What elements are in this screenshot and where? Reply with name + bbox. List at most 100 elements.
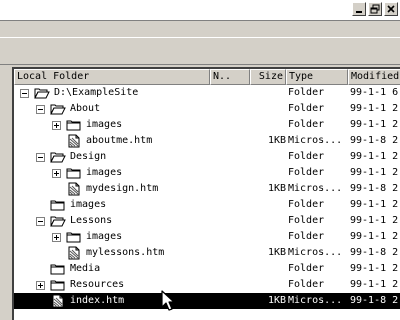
item-size bbox=[246, 85, 286, 101]
item-modified: 99-1-1 2 bbox=[350, 215, 399, 226]
item-size: 1KB bbox=[267, 247, 286, 258]
tree-row[interactable]: mylessons.htm 1KB Micros... 99-1-8 2 bbox=[14, 245, 400, 261]
item-type: Folder bbox=[288, 119, 325, 130]
minimize-icon bbox=[356, 11, 362, 13]
item-type: Folder bbox=[288, 263, 325, 274]
item-name: Design bbox=[70, 151, 107, 162]
html-file-icon bbox=[66, 246, 82, 260]
tree-row[interactable]: mydesign.htm 1KB Micros... 99-1-8 2 bbox=[14, 181, 400, 197]
expand-button[interactable] bbox=[52, 121, 61, 130]
close-button[interactable] bbox=[384, 2, 398, 16]
item-modified: 99-1-8 2 bbox=[350, 247, 399, 258]
folder-icon bbox=[66, 118, 82, 132]
header-type[interactable]: Type bbox=[286, 69, 348, 85]
tree-row[interactable]: About Folder 99-1-1 2 bbox=[14, 101, 400, 117]
window-controls bbox=[352, 2, 398, 16]
toolbar-divider bbox=[0, 64, 400, 65]
item-modified: 99-1-1 2 bbox=[350, 151, 399, 162]
item-size bbox=[246, 213, 286, 229]
item-name: Resources bbox=[70, 279, 125, 290]
item-size bbox=[246, 261, 286, 277]
item-name: images bbox=[86, 231, 123, 242]
item-size bbox=[246, 229, 286, 245]
tree-row[interactable]: images Folder 99-1-1 2 bbox=[14, 229, 400, 245]
item-modified: 99-1-1 2 bbox=[350, 263, 399, 274]
header-modified[interactable]: Modified bbox=[348, 69, 400, 85]
tree-row[interactable]: index.htm 1KB Micros... 99-1-8 2 bbox=[14, 293, 400, 309]
toolbar-area bbox=[0, 20, 400, 67]
item-type: Folder bbox=[288, 87, 325, 98]
item-size bbox=[246, 101, 286, 117]
item-modified: 99-1-1 2 bbox=[350, 167, 399, 178]
html-file-icon bbox=[66, 134, 82, 148]
item-name: mydesign.htm bbox=[86, 183, 159, 194]
item-size bbox=[246, 149, 286, 165]
local-folder-panel: Local Folder N.. Size Type Modified D:\E… bbox=[12, 67, 400, 320]
item-name: Media bbox=[70, 263, 101, 274]
header-local-folder[interactable]: Local Folder bbox=[14, 69, 210, 85]
header-notes[interactable]: N.. bbox=[210, 69, 250, 85]
tree-row[interactable]: D:\ExampleSite Folder 99-1-1 6 bbox=[14, 85, 400, 101]
collapse-button[interactable] bbox=[36, 153, 45, 162]
tree-row[interactable]: images Folder 99-1-1 2 bbox=[14, 197, 400, 213]
tree-row[interactable]: images Folder 99-1-1 2 bbox=[14, 165, 400, 181]
folder-open-icon bbox=[50, 102, 66, 116]
item-type: Folder bbox=[288, 103, 325, 114]
tree-row[interactable]: Media Folder 99-1-1 2 bbox=[14, 261, 400, 277]
item-type: Folder bbox=[288, 279, 325, 290]
tree-row[interactable]: Lessons Folder 99-1-1 2 bbox=[14, 213, 400, 229]
item-type: Micros... bbox=[288, 135, 343, 146]
minimize-button[interactable] bbox=[352, 2, 366, 16]
expand-button[interactable] bbox=[52, 233, 61, 242]
item-modified: 99-1-1 6 bbox=[350, 87, 399, 98]
folder-open-icon bbox=[50, 150, 66, 164]
close-icon bbox=[387, 5, 395, 13]
file-tree: D:\ExampleSite Folder 99-1-1 6 About Folder 9… bbox=[14, 85, 400, 309]
expand-button[interactable] bbox=[52, 169, 61, 178]
item-modified: 99-1-8 2 bbox=[350, 135, 399, 146]
collapse-button[interactable] bbox=[36, 105, 45, 114]
toolbar-divider bbox=[0, 37, 400, 38]
item-type: Micros... bbox=[288, 183, 343, 194]
item-size bbox=[246, 117, 286, 133]
item-size bbox=[246, 197, 286, 213]
item-size: 1KB bbox=[267, 135, 286, 146]
html-file-icon bbox=[66, 182, 82, 196]
folder-open-icon bbox=[50, 214, 66, 228]
item-modified: 99-1-1 2 bbox=[350, 199, 399, 210]
item-size bbox=[246, 277, 286, 293]
folder-open-icon bbox=[34, 86, 50, 100]
item-name: images bbox=[86, 119, 123, 130]
folder-icon bbox=[50, 278, 66, 292]
html-file-icon bbox=[50, 294, 66, 308]
item-name: About bbox=[70, 103, 101, 114]
restore-icon bbox=[370, 4, 380, 14]
item-name: images bbox=[86, 167, 123, 178]
item-type: Micros... bbox=[288, 247, 343, 258]
column-headers: Local Folder N.. Size Type Modified bbox=[14, 69, 400, 85]
restore-button[interactable] bbox=[368, 2, 382, 16]
tree-row[interactable]: aboutme.htm 1KB Micros... 99-1-8 2 bbox=[14, 133, 400, 149]
item-modified: 99-1-1 2 bbox=[350, 119, 399, 130]
item-name: D:\ExampleSite bbox=[54, 87, 139, 98]
title-bar bbox=[0, 0, 400, 20]
expand-button[interactable] bbox=[36, 281, 45, 290]
tree-row[interactable]: Design Folder 99-1-1 2 bbox=[14, 149, 400, 165]
item-size bbox=[246, 165, 286, 181]
folder-icon bbox=[50, 262, 66, 276]
header-size[interactable]: Size bbox=[250, 69, 286, 85]
collapse-button[interactable] bbox=[36, 217, 45, 226]
tree-row[interactable]: images Folder 99-1-1 2 bbox=[14, 117, 400, 133]
item-name: mylessons.htm bbox=[86, 247, 165, 258]
item-type: Folder bbox=[288, 151, 325, 162]
item-type: Folder bbox=[288, 215, 325, 226]
item-name: Lessons bbox=[70, 215, 113, 226]
item-type: Folder bbox=[288, 231, 325, 242]
item-modified: 99-1-1 2 bbox=[350, 231, 399, 242]
item-modified: 99-1-8 2 bbox=[350, 295, 399, 306]
collapse-button[interactable] bbox=[20, 89, 29, 98]
folder-icon bbox=[66, 166, 82, 180]
item-name: images bbox=[70, 199, 107, 210]
tree-row[interactable]: Resources Folder 99-1-1 2 bbox=[14, 277, 400, 293]
item-size: 1KB bbox=[267, 183, 286, 194]
